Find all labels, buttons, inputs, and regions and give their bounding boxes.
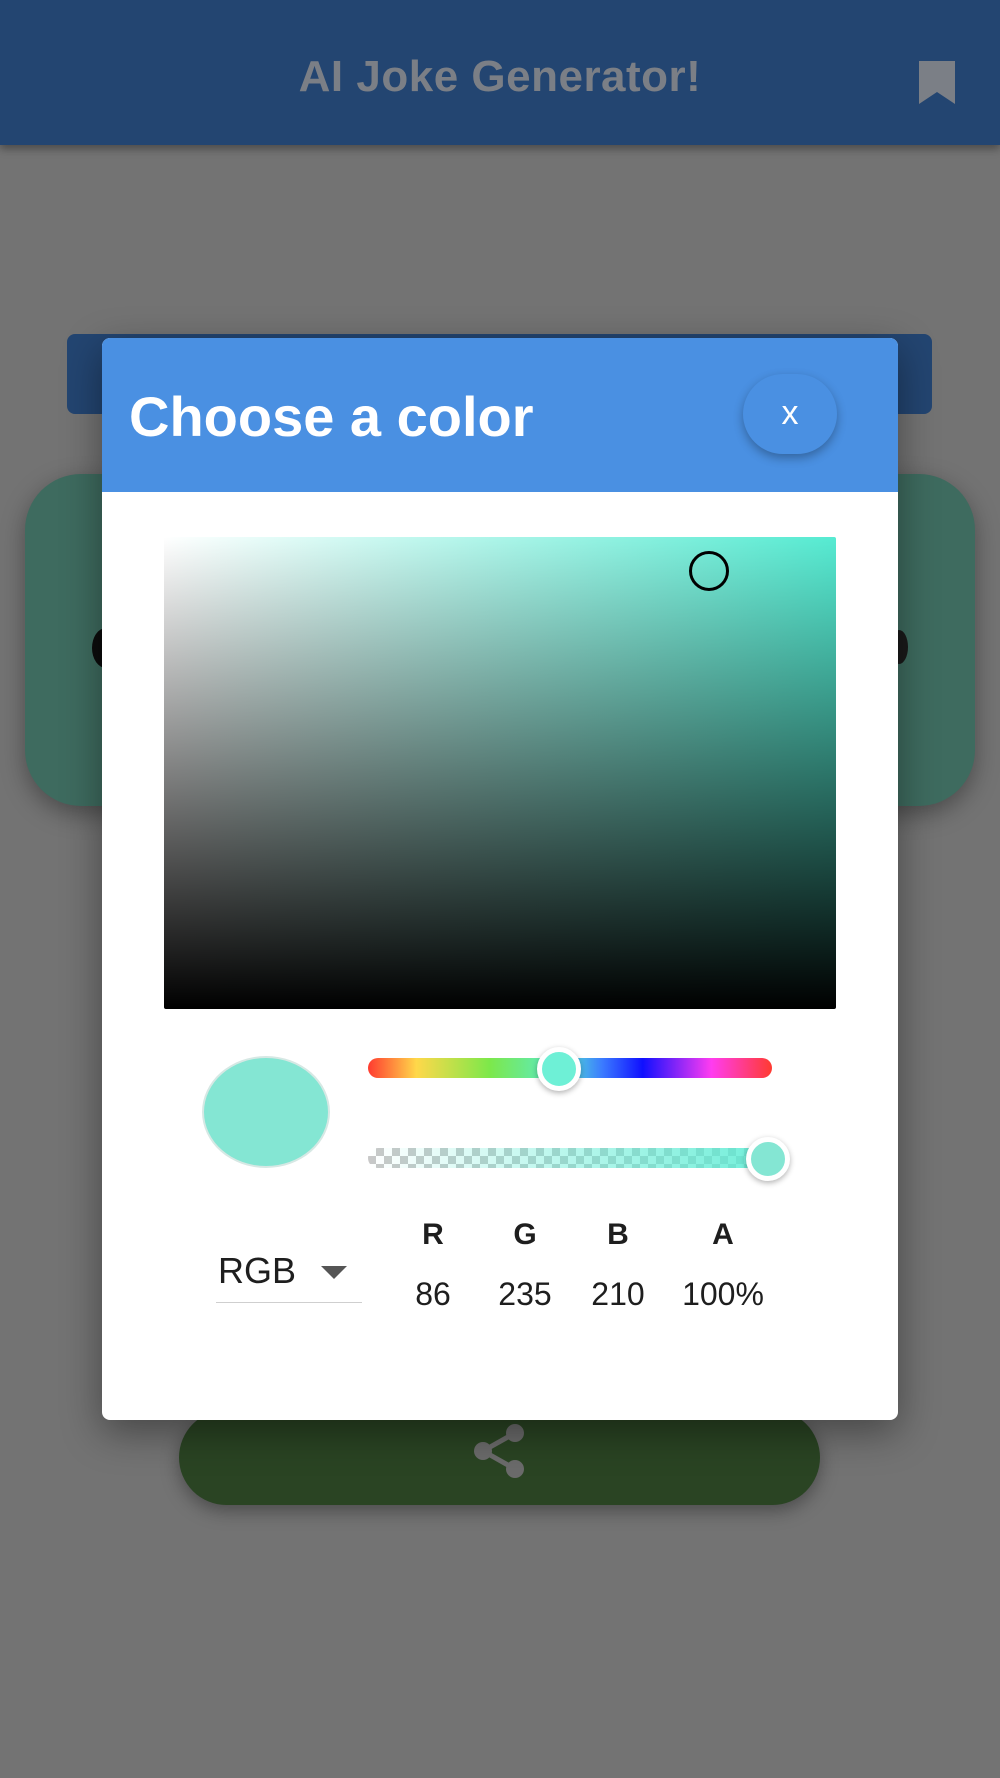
channel-value-a[interactable]: 100%: [668, 1276, 778, 1313]
share-icon: [474, 1424, 524, 1478]
sv-picker-cursor[interactable]: [689, 551, 729, 591]
app-bar: AI Joke Generator!: [0, 0, 1000, 145]
chevron-down-icon: [321, 1266, 347, 1279]
dialog-header: Choose a color x: [102, 338, 898, 492]
channel-label-r: R: [422, 1218, 444, 1251]
bookmark-icon[interactable]: [919, 61, 955, 104]
alpha-slider[interactable]: [368, 1148, 772, 1168]
channel-label-g: G: [513, 1218, 537, 1251]
saturation-value-picker[interactable]: [164, 537, 836, 1009]
channel-value-b[interactable]: 210: [563, 1276, 673, 1313]
app-title: AI Joke Generator!: [298, 52, 702, 101]
channel-label-b: B: [607, 1218, 629, 1251]
close-button[interactable]: x: [743, 374, 837, 454]
dialog-title: Choose a color: [129, 385, 534, 448]
color-picker-dialog: Choose a color x RGB R G B A 86 235 210 …: [102, 338, 898, 1420]
channel-label-a: A: [712, 1218, 734, 1251]
hue-slider-thumb[interactable]: [537, 1047, 581, 1091]
color-mode-dropdown[interactable]: RGB: [216, 1242, 362, 1303]
color-mode-label: RGB: [218, 1250, 297, 1291]
color-preview-swatch: [202, 1056, 330, 1168]
alpha-slider-thumb[interactable]: [746, 1137, 790, 1181]
